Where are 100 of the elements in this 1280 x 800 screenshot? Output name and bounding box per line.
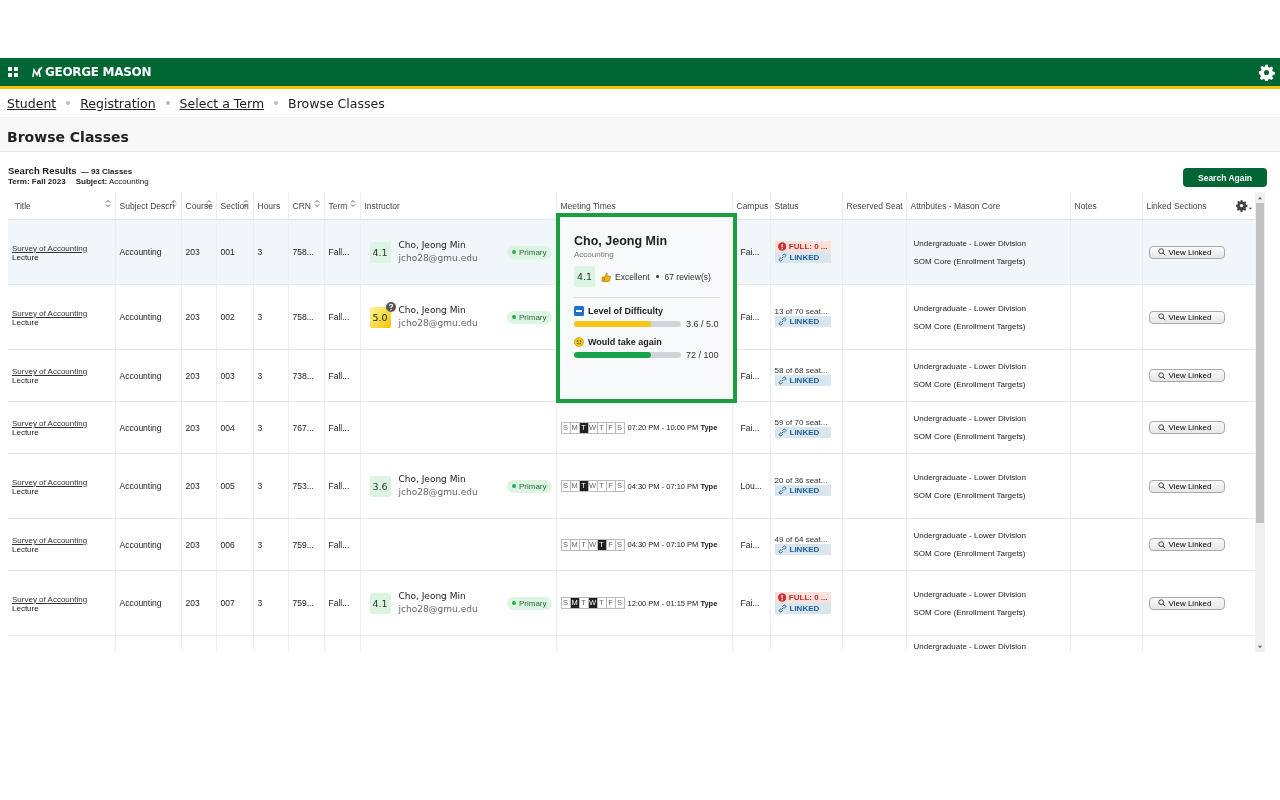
table-cell: 203 — [185, 422, 200, 433]
instructor-name[interactable]: Cho, Jeong Min — [398, 590, 507, 603]
smiley-icon — [574, 337, 584, 347]
link-icon — [777, 375, 787, 385]
view-linked-button[interactable]: View Linked — [1148, 479, 1225, 493]
attribute-text: SOM Core (Enrollment Targets) — [913, 432, 1027, 441]
table-cell: 759... — [292, 598, 314, 608]
table-cell: 002 — [220, 312, 235, 322]
course-title-link[interactable]: Survey of Accounting — [12, 477, 88, 487]
attribute-text: SOM Core (Enrollment Targets) — [913, 490, 1027, 500]
alert-icon — [777, 242, 786, 251]
rating-verdict: Excellent — [615, 271, 650, 282]
metric-reading: 72 / 100 — [686, 350, 719, 360]
column-header[interactable]: Instructor — [360, 193, 556, 220]
attribute-text: SOM Core (Enrollment Targets) — [913, 321, 1027, 331]
instructor-name[interactable]: Cho, Jeong Min — [398, 473, 507, 486]
breadcrumb-link[interactable]: Registration — [80, 95, 156, 111]
table-cell: Fall... — [328, 598, 350, 608]
attribute-text: Undergraduate - Lower Division — [913, 414, 1027, 423]
course-title-link[interactable]: Survey of Accounting — [12, 594, 88, 604]
table-cell: 758... — [292, 247, 314, 257]
course-title-link[interactable]: Survey of Accounting — [12, 367, 88, 376]
view-linked-button[interactable]: View Linked — [1148, 421, 1225, 434]
breadcrumb-link[interactable]: Select a Term — [179, 95, 265, 111]
alert-icon — [777, 593, 786, 602]
table-cell: Fai... — [740, 312, 760, 322]
column-header[interactable]: Title — [8, 193, 115, 220]
linked-badge: LINKED — [774, 603, 831, 614]
scroll-up-icon[interactable] — [1257, 196, 1263, 200]
view-linked-button[interactable]: View Linked — [1148, 245, 1225, 259]
attribute-text: Undergraduate - Lower Division — [913, 589, 1027, 599]
column-header[interactable]: Notes — [1070, 193, 1142, 220]
thumbs-up-icon — [601, 271, 611, 282]
instructor-email[interactable]: jcho28@gmu.edu — [398, 603, 507, 616]
column-header[interactable]: Term — [324, 193, 360, 220]
table-row[interactable] — [8, 518, 1255, 571]
table-cell: 3 — [257, 247, 263, 257]
column-header[interactable]: Hours — [253, 193, 288, 220]
table-cell: Fai... — [740, 598, 760, 608]
attribute-text: Undergraduate - Lower Division — [913, 531, 1027, 540]
schedule-type: Lecture — [12, 545, 40, 554]
full-status-badge: FULL: 0 ... — [774, 592, 831, 603]
table-cell: 004 — [220, 422, 235, 433]
linked-badge: LINKED — [774, 252, 831, 263]
search-icon — [1157, 540, 1166, 549]
rating-badge[interactable]: 4.1 — [369, 241, 391, 263]
course-title-link[interactable]: Survey of Accounting — [12, 536, 88, 545]
breadcrumb-link[interactable]: Student — [7, 95, 57, 111]
column-header[interactable]: Section — [216, 193, 253, 220]
column-header[interactable]: Status — [770, 193, 842, 220]
table-cell: Fall... — [328, 247, 350, 257]
schedule-type: Lecture — [12, 428, 40, 437]
university-logo-text[interactable]: GEORGE MASON — [45, 65, 152, 79]
scrollbar[interactable] — [1255, 193, 1265, 652]
instructor-email[interactable]: jcho28@gmu.edu — [398, 317, 507, 330]
column-header[interactable]: Subject Descri — [115, 193, 181, 220]
instructor-email[interactable]: jcho28@gmu.edu — [398, 252, 507, 265]
view-linked-button[interactable]: View Linked — [1148, 369, 1225, 382]
link-icon — [777, 427, 787, 437]
apps-grid-icon[interactable] — [8, 67, 18, 77]
rating-badge[interactable]: 3.6 — [369, 475, 391, 497]
instructor-email[interactable]: jcho28@gmu.edu — [398, 486, 507, 499]
popup-department: Accounting — [574, 250, 615, 259]
seats-available: 49 of 64 seat... — [774, 534, 828, 544]
table-cell: 007 — [220, 598, 235, 608]
search-icon — [1157, 248, 1166, 256]
view-linked-button[interactable]: View Linked — [1148, 596, 1225, 610]
table-cell: Fall... — [328, 370, 350, 381]
column-header[interactable]: Reserved Seat — [842, 193, 906, 220]
table-cell: 003 — [220, 370, 235, 381]
linked-badge: LINKED — [774, 485, 831, 496]
view-linked-button[interactable]: View Linked — [1148, 538, 1225, 551]
table-cell: 203 — [185, 370, 200, 381]
column-header[interactable]: Course — [181, 193, 216, 220]
search-again-button[interactable]: Search Again — [1183, 168, 1267, 187]
course-title-link[interactable]: Survey of Accounting — [12, 243, 88, 253]
link-icon — [777, 486, 787, 495]
logo-mark-icon — [32, 66, 44, 78]
view-linked-button[interactable]: View Linked — [1148, 310, 1225, 324]
instructor-name[interactable]: Cho, Jeong Min — [398, 304, 507, 317]
instructor-name[interactable]: Cho, Jeong Min — [398, 239, 507, 252]
settings-icon[interactable] — [1258, 63, 1275, 81]
course-title-link[interactable]: Survey of Accounting — [12, 419, 88, 428]
table-cell: 3 — [257, 312, 263, 322]
table-row[interactable] — [8, 453, 1255, 519]
scroll-down-icon[interactable] — [1257, 645, 1263, 649]
column-header[interactable]: CRN — [288, 193, 324, 220]
table-cell: Accounting — [119, 481, 162, 491]
table-row[interactable] — [8, 570, 1255, 636]
course-title-link[interactable]: Survey of Accounting — [12, 308, 88, 318]
rating-badge[interactable]: 4.1 — [369, 592, 391, 614]
attribute-text: SOM Core (Enrollment Targets) — [913, 607, 1027, 617]
link-icon — [777, 544, 787, 554]
table-row[interactable]: Undergraduate - Lower Division — [8, 635, 1255, 652]
separator-dot — [66, 101, 71, 105]
table-cell: 758... — [292, 312, 314, 322]
column-header[interactable]: Attributes - Mason Core — [906, 193, 1070, 220]
results-count: — 93 Classes — [80, 167, 133, 177]
column-settings-icon[interactable] — [1235, 200, 1253, 212]
rating-badge[interactable]: 5.0 — [369, 306, 391, 328]
